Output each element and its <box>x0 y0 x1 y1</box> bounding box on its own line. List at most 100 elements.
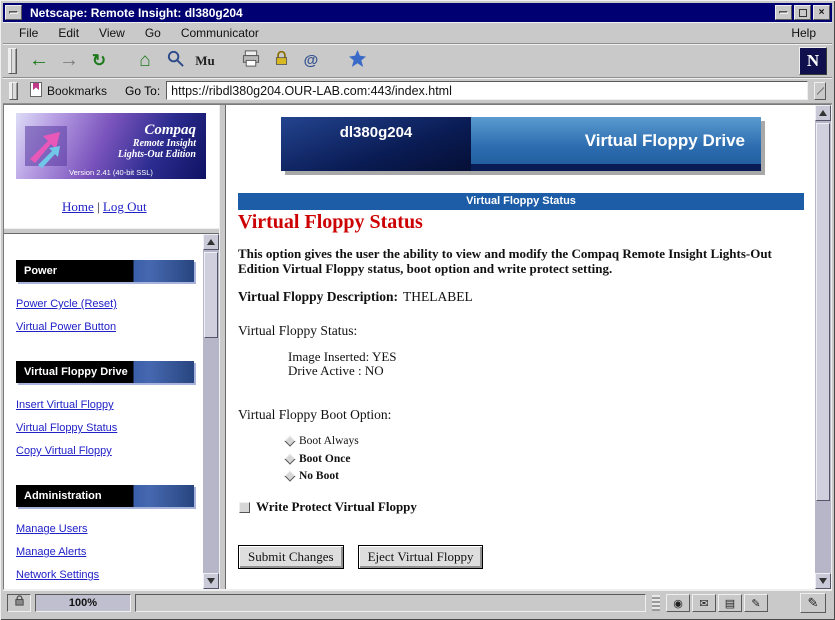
toolbar-grip[interactable] <box>8 48 17 74</box>
scroll-up-arrow[interactable] <box>815 105 831 121</box>
section-title-bar: Virtual Floppy Status <box>238 193 804 210</box>
browser-content: Compaq Remote Insight Lights-Out Edition… <box>3 104 832 590</box>
composer-pencil-button[interactable]: ✎ <box>800 593 826 613</box>
bookmark-icon <box>30 82 42 100</box>
url-drag-handle[interactable] <box>814 82 826 100</box>
nav-section-virtual-floppy: Virtual Floppy Drive Insert Virtual Flop… <box>16 361 203 457</box>
home-link[interactable]: Home <box>62 199 94 214</box>
scrollbar-thumb[interactable] <box>204 252 218 338</box>
radio-label: Boot Always <box>299 435 359 447</box>
composer-component-button[interactable]: ✎ <box>744 594 768 612</box>
forward-icon: → <box>59 49 79 72</box>
menu-go[interactable]: Go <box>135 23 171 43</box>
goto-label: Go To: <box>125 84 160 98</box>
maximize-button[interactable] <box>794 5 811 20</box>
navigation-toolbar: ← → ↻ ⌂ Mu @ N <box>3 44 832 78</box>
menu-help[interactable]: Help <box>781 23 826 43</box>
zoom-progress-indicator: 100% <box>35 594 131 612</box>
submit-changes-button[interactable]: Submit Changes <box>238 545 344 569</box>
location-bar: Bookmarks Go To: <box>3 78 832 104</box>
radio-boot-always[interactable]: Boot Always <box>286 435 359 447</box>
nav-link-insert-virtual-floppy[interactable]: Insert Virtual Floppy <box>16 399 203 411</box>
menu-file[interactable]: File <box>9 23 48 43</box>
compaq-rilo-logo: Compaq Remote Insight Lights-Out Edition… <box>16 113 206 179</box>
nav-link-network-settings[interactable]: Network Settings <box>16 569 203 581</box>
form-buttons: Submit Changes Eject Virtual Floppy <box>238 545 483 569</box>
reload-button[interactable]: ↻ <box>84 47 114 75</box>
nav-link-virtual-floppy-status[interactable]: Virtual Floppy Status <box>16 422 203 434</box>
menu-view[interactable]: View <box>89 23 135 43</box>
scrollbar-thumb[interactable] <box>816 123 830 501</box>
shop-icon: @ <box>304 52 319 69</box>
bookmarks-button[interactable]: Bookmarks <box>26 80 111 102</box>
nav-section-power: Power Power Cycle (Reset) Virtual Power … <box>16 260 203 333</box>
guide-icon: Mu <box>195 53 215 69</box>
close-button[interactable]: × <box>813 5 830 20</box>
security-indicator[interactable] <box>7 594 31 612</box>
composer-icon: ✎ <box>751 597 760 610</box>
page-heading: Virtual Floppy Status <box>238 211 423 234</box>
back-button[interactable]: ← <box>24 47 54 75</box>
search-button[interactable] <box>160 47 190 75</box>
description-row: Virtual Floppy Description:THELABEL <box>238 289 473 305</box>
component-bar-grip[interactable] <box>652 595 660 611</box>
guide-button[interactable]: Mu <box>190 47 220 75</box>
down-triangle-icon <box>819 578 827 584</box>
logout-link[interactable]: Log Out <box>103 199 147 214</box>
write-protect-row[interactable]: Write Protect Virtual Floppy <box>239 499 417 515</box>
stop-icon <box>348 49 367 73</box>
scroll-down-arrow[interactable] <box>203 573 219 589</box>
close-icon: × <box>819 8 825 18</box>
radio-label: No Boot <box>299 470 339 482</box>
description-value: THELABEL <box>403 289 473 304</box>
compaq-arrows-icon <box>20 119 74 173</box>
down-triangle-icon <box>207 578 215 584</box>
frame-divider-vertical[interactable] <box>219 105 226 589</box>
eject-virtual-floppy-button[interactable]: Eject Virtual Floppy <box>358 545 484 569</box>
main-scrollbar[interactable] <box>815 105 831 589</box>
window-titlebar[interactable]: Netscape: Remote Insight: dl380g204 × <box>3 3 832 22</box>
menu-edit[interactable]: Edit <box>48 23 89 43</box>
radio-icon <box>284 453 295 464</box>
window-menu-button[interactable] <box>5 5 22 20</box>
write-protect-label: Write Protect Virtual Floppy <box>256 499 417 515</box>
url-input[interactable] <box>166 81 808 100</box>
radio-boot-once[interactable]: Boot Once <box>286 453 350 465</box>
mailbox-component-button[interactable]: ✉ <box>692 594 716 612</box>
print-button[interactable] <box>236 47 266 75</box>
nav-link-manage-users[interactable]: Manage Users <box>16 523 203 535</box>
security-button[interactable] <box>266 47 296 75</box>
discussions-component-button[interactable]: ▤ <box>718 594 742 612</box>
up-triangle-icon <box>819 110 827 116</box>
navigator-component-button[interactable]: ◉ <box>666 594 690 612</box>
scroll-up-arrow[interactable] <box>203 234 219 250</box>
sidebar-scrollbar[interactable] <box>203 234 219 589</box>
menu-communicator[interactable]: Communicator <box>171 23 269 43</box>
logo-line1: Remote Insight <box>74 138 196 149</box>
nav-header-power: Power <box>16 260 194 282</box>
nav-link-copy-virtual-floppy[interactable]: Copy Virtual Floppy <box>16 445 203 457</box>
home-button[interactable]: ⌂ <box>130 47 160 75</box>
radio-icon <box>284 470 295 481</box>
nav-link-virtual-power-button[interactable]: Virtual Power Button <box>16 321 203 333</box>
nav-link-manage-alerts[interactable]: Manage Alerts <box>16 546 203 558</box>
stop-button[interactable] <box>342 47 372 75</box>
logo-brand: Compaq <box>74 122 196 139</box>
home-icon: ⌂ <box>139 50 150 72</box>
back-icon: ← <box>29 49 49 72</box>
version-label: Version 2.41 (40-bit SSL) <box>16 168 206 177</box>
scroll-down-arrow[interactable] <box>815 573 831 589</box>
menu-bar: File Edit View Go Communicator Help <box>3 22 832 44</box>
logo-line2: Lights-Out Edition <box>74 149 196 160</box>
nav-link-power-cycle[interactable]: Power Cycle (Reset) <box>16 298 203 310</box>
netscape-logo[interactable]: N <box>799 47 827 75</box>
location-bar-grip[interactable] <box>9 82 18 100</box>
nav-header-virtual-floppy: Virtual Floppy Drive <box>16 361 194 383</box>
maximize-icon <box>799 9 807 17</box>
write-protect-checkbox[interactable] <box>239 502 250 513</box>
shop-button[interactable]: @ <box>296 47 326 75</box>
status-lock-icon <box>14 594 25 612</box>
minimize-button[interactable] <box>775 5 792 20</box>
radio-no-boot[interactable]: No Boot <box>286 470 339 482</box>
forward-button[interactable]: → <box>54 47 84 75</box>
